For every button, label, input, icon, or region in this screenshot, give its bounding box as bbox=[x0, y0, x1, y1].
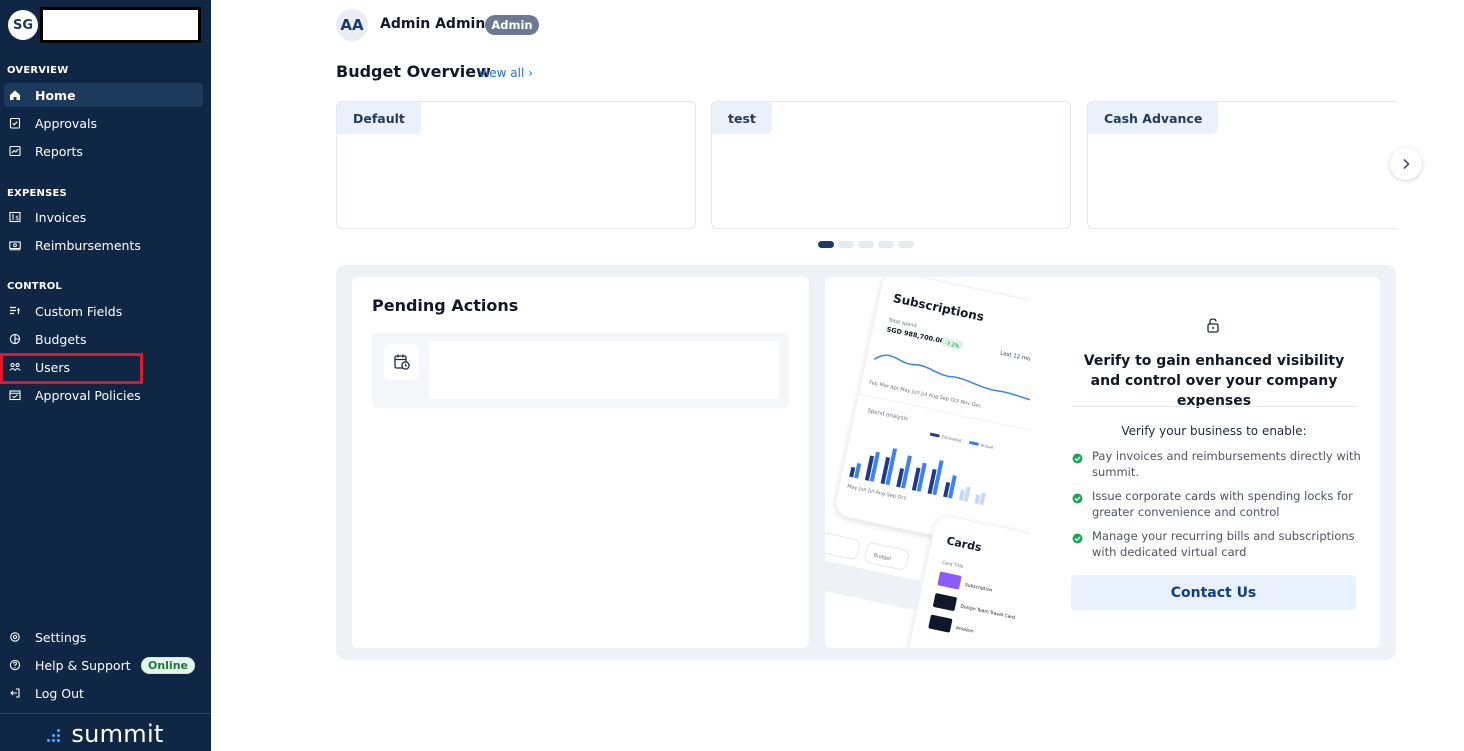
budget-card-tag: test bbox=[712, 102, 772, 134]
pagination-dot[interactable] bbox=[878, 241, 894, 248]
sidebar-item-label: Approval Policies bbox=[35, 387, 141, 403]
sidebar-item-label: Budgets bbox=[35, 331, 87, 347]
view-all-link[interactable]: View all › bbox=[478, 66, 533, 80]
verify-divider bbox=[1072, 406, 1357, 407]
benefit-item: Issue corporate cards with spending lock… bbox=[1072, 488, 1362, 520]
sidebar-item-reports[interactable]: Reports bbox=[4, 139, 203, 163]
sidebar-divider bbox=[0, 713, 211, 714]
check-circle-icon bbox=[1072, 448, 1092, 480]
contact-us-button[interactable]: Contact Us bbox=[1071, 575, 1356, 610]
sidebar-item-label: Home bbox=[35, 87, 76, 103]
custom-fields-icon bbox=[4, 305, 26, 317]
brand-logo: summit bbox=[0, 720, 211, 748]
user-name: Admin Admin bbox=[380, 16, 486, 32]
sidebar-item-label: Log Out bbox=[35, 685, 84, 701]
pagination-dot[interactable] bbox=[838, 241, 854, 248]
invoice-icon: $ bbox=[4, 211, 26, 223]
sidebar-item-approvals[interactable]: Approvals bbox=[4, 111, 203, 135]
sidebar-item-label: Custom Fields bbox=[35, 303, 123, 319]
calendar-clock-icon bbox=[384, 344, 419, 380]
pie-chart-icon bbox=[4, 333, 26, 345]
org-switcher[interactable]: SG bbox=[0, 0, 211, 50]
budget-overview-title: Budget Overview bbox=[336, 62, 491, 81]
home-icon bbox=[4, 89, 26, 101]
sidebar: SG OVERVIEW Home Approvals Reports EXPEN… bbox=[0, 0, 211, 751]
check-circle-icon bbox=[1072, 528, 1092, 560]
check-circle-icon bbox=[1072, 488, 1092, 520]
logout-icon bbox=[4, 687, 26, 699]
sidebar-item-budgets[interactable]: Budgets bbox=[4, 327, 203, 351]
sidebar-item-label: Settings bbox=[35, 629, 87, 645]
benefit-text: Pay invoices and reimbursements directly… bbox=[1092, 449, 1361, 479]
section-title-control: CONTROL bbox=[7, 281, 63, 292]
sidebar-item-invoices[interactable]: $ Invoices bbox=[4, 205, 203, 229]
budget-card-tag: Cash Advance bbox=[1088, 102, 1219, 134]
budget-card[interactable]: test bbox=[711, 101, 1071, 229]
verify-subtitle: Verify your business to enable: bbox=[1121, 424, 1307, 438]
clipboard-check-icon bbox=[4, 117, 26, 129]
pending-action-placeholder bbox=[429, 341, 779, 399]
verify-title: Verify to gain enhanced visibility and c… bbox=[1083, 353, 1345, 409]
budget-card[interactable]: Default bbox=[336, 101, 696, 229]
benefit-item: Manage your recurring bills and subscrip… bbox=[1072, 528, 1362, 560]
promo-illustration: Subscriptions Total spend SGD 988,700.00… bbox=[825, 277, 1030, 648]
cash-icon bbox=[4, 239, 26, 251]
role-badge: Admin bbox=[485, 15, 539, 35]
chevron-right-icon bbox=[1403, 158, 1410, 170]
sidebar-item-settings[interactable]: Settings bbox=[4, 625, 203, 649]
sidebar-item-label: Reimbursements bbox=[35, 237, 141, 253]
carousel-next-button[interactable] bbox=[1390, 148, 1422, 180]
pagination-dot[interactable] bbox=[818, 241, 834, 248]
pagination-dot[interactable] bbox=[858, 241, 874, 248]
chart-icon bbox=[4, 145, 26, 157]
pending-actions-title: Pending Actions bbox=[372, 296, 519, 315]
user-avatar[interactable]: AA bbox=[336, 9, 368, 41]
sidebar-item-custom-fields[interactable]: Custom Fields bbox=[4, 299, 203, 323]
policy-icon bbox=[4, 389, 26, 401]
section-title-expenses: EXPENSES bbox=[7, 188, 67, 199]
org-name-redacted[interactable] bbox=[40, 7, 201, 43]
gear-icon bbox=[4, 631, 26, 643]
help-icon bbox=[4, 659, 26, 671]
sidebar-item-reimbursements[interactable]: Reimbursements bbox=[4, 233, 203, 257]
svg-text:$: $ bbox=[15, 215, 19, 222]
promo-illustration-graphic: Subscriptions Total spend SGD 988,700.00… bbox=[825, 277, 1030, 648]
sidebar-item-approval-policies[interactable]: Approval Policies bbox=[4, 383, 203, 407]
online-status-badge: Online bbox=[141, 657, 195, 674]
benefit-text: Manage your recurring bills and subscrip… bbox=[1092, 529, 1355, 559]
lock-icon bbox=[1207, 318, 1219, 333]
org-avatar[interactable]: SG bbox=[8, 10, 38, 40]
section-title-overview: OVERVIEW bbox=[7, 65, 69, 76]
sidebar-item-label: Invoices bbox=[35, 209, 87, 225]
sidebar-item-label: Help & Support bbox=[35, 657, 131, 673]
sidebar-item-log-out[interactable]: Log Out bbox=[4, 681, 203, 705]
benefit-item: Pay invoices and reimbursements directly… bbox=[1072, 448, 1362, 480]
budget-card[interactable]: Cash Advance bbox=[1087, 101, 1396, 229]
benefit-text: Issue corporate cards with spending lock… bbox=[1092, 489, 1353, 519]
users-highlight-box bbox=[0, 353, 143, 384]
brand-name: summit bbox=[71, 720, 164, 748]
brand-dots-icon bbox=[47, 727, 65, 743]
carousel-pagination bbox=[818, 241, 914, 248]
budget-card-tag: Default bbox=[337, 102, 421, 134]
sidebar-item-home[interactable]: Home bbox=[4, 83, 203, 107]
sidebar-item-label: Approvals bbox=[35, 115, 97, 131]
pagination-dot[interactable] bbox=[898, 241, 914, 248]
budget-carousel: Default test Cash Advance bbox=[336, 100, 1396, 230]
sidebar-item-label: Reports bbox=[35, 143, 83, 159]
